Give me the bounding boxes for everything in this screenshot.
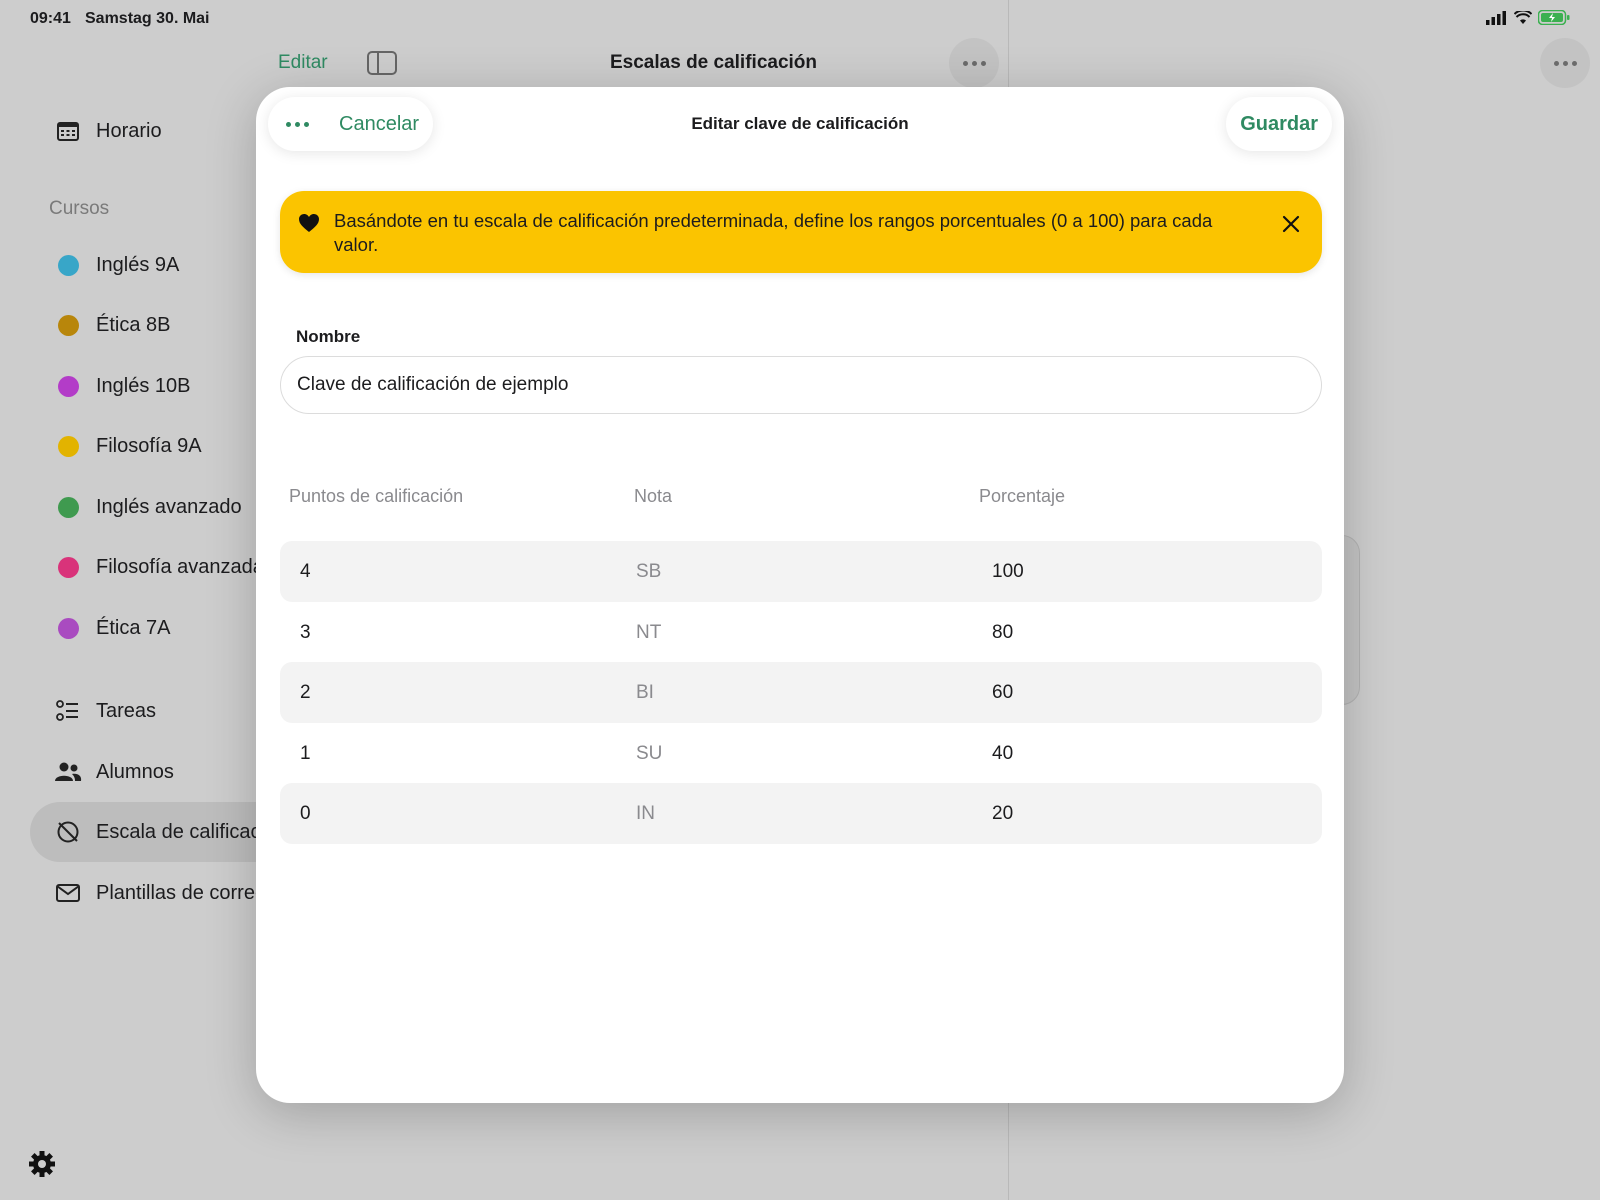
cellular-signal-icon	[1486, 10, 1506, 25]
grade-scale-icon	[54, 820, 82, 844]
sidebar-item-horario[interactable]: Horario	[30, 101, 270, 161]
status-icons	[1486, 10, 1570, 25]
course-color-dot	[57, 496, 79, 518]
table-row[interactable]: 4 SB 100	[280, 541, 1322, 602]
points-cell: 0	[300, 803, 311, 824]
nota-cell: SU	[636, 743, 663, 764]
ellipsis-icon	[962, 60, 986, 66]
sidebar-item-course[interactable]: Inglés 9A	[30, 235, 270, 295]
people-icon	[54, 762, 82, 782]
heart-icon	[299, 214, 319, 232]
sidebar-item-alumnos[interactable]: Alumnos	[30, 742, 270, 802]
edit-grade-key-sheet: Cancelar Editar clave de calificación Gu…	[256, 87, 1344, 1103]
name-field[interactable]	[280, 356, 1322, 414]
nota-cell: NT	[636, 622, 662, 643]
course-color-dot	[57, 617, 79, 639]
sidebar-item-course[interactable]: Filosofía 9A	[30, 416, 270, 476]
status-date: Samstag 30. Mai	[85, 10, 210, 27]
status-time: 09:41	[30, 10, 71, 27]
sidebar-item-label: Tareas	[96, 699, 157, 722]
save-button[interactable]: Guardar	[1240, 113, 1318, 136]
wifi-icon	[1514, 10, 1532, 24]
battery-charging-icon	[1538, 10, 1570, 25]
points-cell: 1	[300, 743, 311, 764]
sidebar-section-courses: Cursos	[49, 198, 110, 219]
sidebar-item-label: Alumnos	[96, 760, 174, 783]
sidebar-item-label: Horario	[96, 119, 162, 142]
info-banner: Basándote en tu escala de calificación p…	[280, 191, 1322, 273]
sidebar-item-escala[interactable]: Escala de calificac	[30, 802, 270, 862]
points-cell: 3	[300, 622, 311, 643]
status-bar: 09:41 Samstag 30. Mai	[0, 0, 1600, 36]
banner-message: Basándote en tu escala de calificación p…	[334, 210, 1213, 255]
column-header-nota: Nota	[634, 486, 673, 506]
sidebar-item-course[interactable]: Inglés avanzado	[30, 477, 270, 537]
page-title: Escalas de calificación	[610, 52, 818, 73]
sidebar-item-label: Inglés 10B	[96, 374, 191, 397]
sidebar-item-course[interactable]: Filosofía avanzada	[30, 537, 270, 597]
detail-more-options-button[interactable]	[1540, 38, 1590, 88]
sidebar-item-label: Ética 7A	[96, 616, 171, 639]
column-header-points: Puntos de calificación	[289, 486, 464, 506]
table-row[interactable]: 3 NT 80	[280, 602, 1322, 663]
percentage-cell[interactable]: 100	[992, 561, 1024, 583]
column-header-percentage: Porcentaje	[979, 486, 1066, 506]
table-row[interactable]: 1 SU 40	[280, 723, 1322, 784]
course-color-dot	[57, 556, 79, 578]
percentage-cell[interactable]: 80	[992, 622, 1013, 644]
sidebar-item-course[interactable]: Inglés 10B	[30, 356, 270, 416]
table-row[interactable]: 0 IN 20	[280, 783, 1322, 844]
tasks-icon	[54, 700, 82, 722]
envelope-icon	[54, 884, 82, 902]
points-cell: 2	[300, 682, 311, 703]
percentage-cell[interactable]: 20	[992, 803, 1013, 825]
sidebar-item-label: Inglés 9A	[96, 253, 180, 276]
sidebar-item-label: Escala de calificac	[96, 820, 261, 843]
nota-cell: IN	[636, 803, 655, 824]
gear-icon[interactable]	[28, 1150, 56, 1178]
sidebar-item-label: Plantillas de correo	[96, 881, 267, 904]
more-options-button[interactable]	[949, 38, 999, 88]
course-color-dot	[57, 435, 79, 457]
name-field-label: Nombre	[296, 327, 361, 346]
percentage-cell[interactable]: 60	[992, 682, 1013, 704]
ellipsis-icon	[1553, 60, 1577, 66]
table-row[interactable]: 2 BI 60	[280, 662, 1322, 723]
sidebar-item-label: Inglés avanzado	[96, 495, 242, 518]
percentage-cell[interactable]: 40	[992, 743, 1013, 765]
sidebar-item-label: Ética 8B	[96, 313, 171, 336]
calendar-icon	[54, 121, 82, 141]
sidebar-item-course[interactable]: Ética 8B	[30, 295, 270, 355]
sheet-title: Editar clave de calificación	[691, 114, 909, 133]
sidebar-item-tareas[interactable]: Tareas	[30, 681, 270, 741]
sidebar-item-plantillas[interactable]: Plantillas de correo	[30, 863, 270, 923]
close-icon[interactable]	[1278, 211, 1304, 237]
sidebar-item-label: Filosofía avanzada	[96, 555, 264, 578]
course-color-dot	[57, 375, 79, 397]
sidebar-item-course[interactable]: Ética 7A	[30, 598, 270, 658]
sidebar-toggle-icon[interactable]	[367, 51, 397, 75]
sheet-trailing-actions: Guardar	[1226, 97, 1332, 151]
nota-cell: SB	[636, 561, 662, 582]
course-color-dot	[57, 254, 79, 276]
edit-button[interactable]: Editar	[278, 52, 328, 74]
nota-cell: BI	[636, 682, 654, 703]
course-color-dot	[57, 314, 79, 336]
points-cell: 4	[300, 561, 311, 582]
sidebar-item-label: Filosofía 9A	[96, 434, 202, 457]
